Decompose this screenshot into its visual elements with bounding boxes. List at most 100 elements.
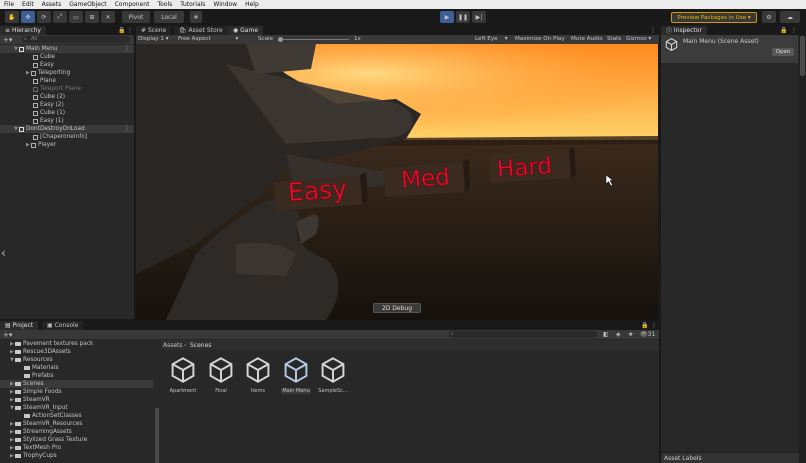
- tree-item[interactable]: Teleport Plane: [0, 85, 134, 93]
- lock-icon[interactable]: 🔒: [641, 322, 648, 329]
- maximize-on-play-toggle[interactable]: Maximize On Play: [515, 36, 565, 42]
- asset-tile[interactable]: Apartment: [168, 357, 198, 394]
- local-toggle-button[interactable]: Local: [154, 11, 184, 23]
- inspector-scrollbar[interactable]: [799, 35, 806, 463]
- filter-label-icon[interactable]: ◈: [616, 331, 621, 338]
- menu-assets[interactable]: Assets: [38, 1, 66, 8]
- scale-tool-icon[interactable]: ⤢: [53, 11, 67, 23]
- move-tool-icon[interactable]: ✥: [21, 11, 35, 23]
- folder-tree-item[interactable]: ▶ SteamVR_Resources: [0, 420, 153, 428]
- folder-tree-item[interactable]: ▶ Scenes: [0, 380, 153, 388]
- stats-toggle[interactable]: Stats: [607, 36, 621, 42]
- aspect-dropdown[interactable]: Free Aspect ▾: [178, 36, 238, 42]
- tab-scene[interactable]: # Scene: [136, 26, 172, 35]
- eye-dropdown[interactable]: Left Eye ▾: [475, 36, 508, 42]
- tree-item[interactable]: Easy (1): [0, 117, 134, 125]
- folder-tree-item[interactable]: ▶ SteamVR: [0, 396, 153, 404]
- scene-row[interactable]: ▼ Main Menu ⋮: [0, 45, 134, 53]
- tree-item[interactable]: Easy (2): [0, 101, 134, 109]
- chevron-left-icon[interactable]: ‹: [1, 246, 6, 260]
- add-icon[interactable]: +▾: [3, 331, 12, 339]
- lock-icon[interactable]: 🔒: [780, 27, 787, 34]
- display-dropdown[interactable]: Display 1 ▾: [138, 36, 169, 42]
- gizmos-dropdown[interactable]: Gizmos ▾: [626, 36, 651, 42]
- pivot-toggle-button[interactable]: Pivot: [122, 11, 150, 23]
- menu-component[interactable]: Component: [111, 1, 154, 8]
- folder-tree-item[interactable]: Materials: [0, 364, 153, 372]
- menu-tutorials[interactable]: Tutorials: [176, 1, 209, 8]
- add-icon[interactable]: +▾: [3, 36, 12, 44]
- custom-tool-icon[interactable]: ✕: [101, 11, 115, 23]
- folder-tree-item[interactable]: ActionSetClasses: [0, 412, 153, 420]
- folder-tree-item[interactable]: ▶ Simple Foods: [0, 388, 153, 396]
- menu-edit[interactable]: Edit: [18, 1, 38, 8]
- tab-console[interactable]: ▣ Console: [42, 321, 84, 330]
- kebab-menu-icon[interactable]: ⋮: [650, 27, 656, 34]
- asset-tile[interactable]: SampleSc...: [318, 357, 348, 394]
- project-search-input[interactable]: ⌕: [449, 331, 597, 338]
- tab-inspector[interactable]: ⓘ Inspector: [661, 26, 707, 35]
- kebab-menu-icon[interactable]: ⋮: [651, 322, 657, 329]
- lock-icon[interactable]: 🔒: [118, 27, 125, 34]
- tree-item[interactable]: Cube (1): [0, 109, 134, 117]
- settings-icon[interactable]: ⚙: [762, 11, 776, 23]
- kebab-menu-icon[interactable]: ⋮: [124, 126, 130, 132]
- transform-tool-icon[interactable]: ⊞: [85, 11, 99, 23]
- pause-button[interactable]: ❚❚: [456, 11, 470, 23]
- folder-tree-item[interactable]: ▼ SteamVR_Input: [0, 404, 153, 412]
- kebab-menu-icon[interactable]: ⋮: [791, 27, 797, 34]
- asset-tile-selected[interactable]: Main Menu: [281, 357, 311, 394]
- breadcrumb-scenes[interactable]: Scenes: [190, 342, 211, 349]
- play-button[interactable]: ▶: [440, 11, 454, 23]
- filter-type-icon[interactable]: ◧: [603, 331, 609, 338]
- asset-tile[interactable]: Final: [206, 357, 236, 394]
- mute-audio-toggle[interactable]: Mute Audio: [571, 36, 603, 42]
- breadcrumb-assets[interactable]: Assets: [163, 342, 183, 349]
- step-button[interactable]: ▶|: [472, 11, 486, 23]
- game-view[interactable]: Easy Med Hard: [136, 44, 658, 320]
- grid-snap-icon[interactable]: #: [190, 11, 202, 23]
- hierarchy-search-input[interactable]: ⌕ All: [22, 36, 130, 43]
- 2d-debug-button[interactable]: 2D Debug: [373, 303, 421, 313]
- tab-hierarchy[interactable]: ≡ Hierarchy: [0, 26, 46, 35]
- scale-slider[interactable]: [279, 39, 349, 40]
- tree-item[interactable]: Plane: [0, 77, 134, 85]
- asset-tile[interactable]: Items: [243, 357, 273, 394]
- menu-window[interactable]: Window: [209, 1, 241, 8]
- open-label: Open: [775, 49, 791, 55]
- folder-tree-item[interactable]: ▶ Pavement textures pack: [0, 340, 153, 348]
- account-cloud-icon[interactable]: ☁: [780, 11, 800, 23]
- hand-tool-icon[interactable]: ✋: [5, 11, 19, 23]
- tree-item[interactable]: ▶ Teleporting: [0, 69, 134, 77]
- tree-item[interactable]: ▶ Player: [0, 141, 134, 149]
- folder-tree-item[interactable]: ▶ Rescue3DAssets: [0, 348, 153, 356]
- rect-tool-icon[interactable]: ▭: [69, 11, 83, 23]
- tree-item[interactable]: [ChaperoneInfo]: [0, 133, 134, 141]
- menu-help[interactable]: Help: [241, 1, 263, 8]
- preview-packages-button[interactable]: Preview Packages in Use ▾: [671, 12, 757, 23]
- tab-asset-store[interactable]: 🛍 Asset Store: [174, 26, 228, 35]
- tree-item[interactable]: Cube: [0, 53, 134, 61]
- tab-game[interactable]: ◉ Game: [228, 26, 264, 35]
- folder-tree-item[interactable]: ▼ Resources: [0, 356, 153, 364]
- tree-item[interactable]: Easy: [0, 61, 134, 69]
- folder-tree-item[interactable]: ▶ Stylized Grass Texture: [0, 436, 153, 444]
- tree-item[interactable]: Cube (2): [0, 93, 134, 101]
- menu-tools[interactable]: Tools: [153, 1, 176, 8]
- kebab-menu-icon[interactable]: ⋮: [124, 46, 130, 52]
- menu-gameobject[interactable]: GameObject: [65, 1, 110, 8]
- folder-tree-item[interactable]: Prefabs: [0, 372, 153, 380]
- menu-file[interactable]: File: [0, 1, 18, 8]
- tab-project[interactable]: ▤ Project: [0, 321, 39, 330]
- tree-scrollbar[interactable]: [155, 408, 159, 463]
- folder-tree-item[interactable]: ▶ TextMesh Pro: [0, 444, 153, 452]
- open-button[interactable]: Open: [772, 48, 794, 56]
- star-icon[interactable]: ★: [628, 331, 633, 338]
- rotate-tool-icon[interactable]: ⟳: [37, 11, 51, 23]
- scene-row[interactable]: ▼ DontDestroyOnLoad ⋮: [0, 125, 134, 133]
- hidden-packages-icon[interactable]: 👁31: [640, 331, 655, 338]
- scale-slider-handle[interactable]: [278, 37, 283, 42]
- kebab-menu-icon[interactable]: ⋮: [127, 27, 133, 34]
- folder-tree-item[interactable]: ▶ TrophyCups: [0, 452, 153, 460]
- folder-tree-item[interactable]: ▶ StreamingAssets: [0, 428, 153, 436]
